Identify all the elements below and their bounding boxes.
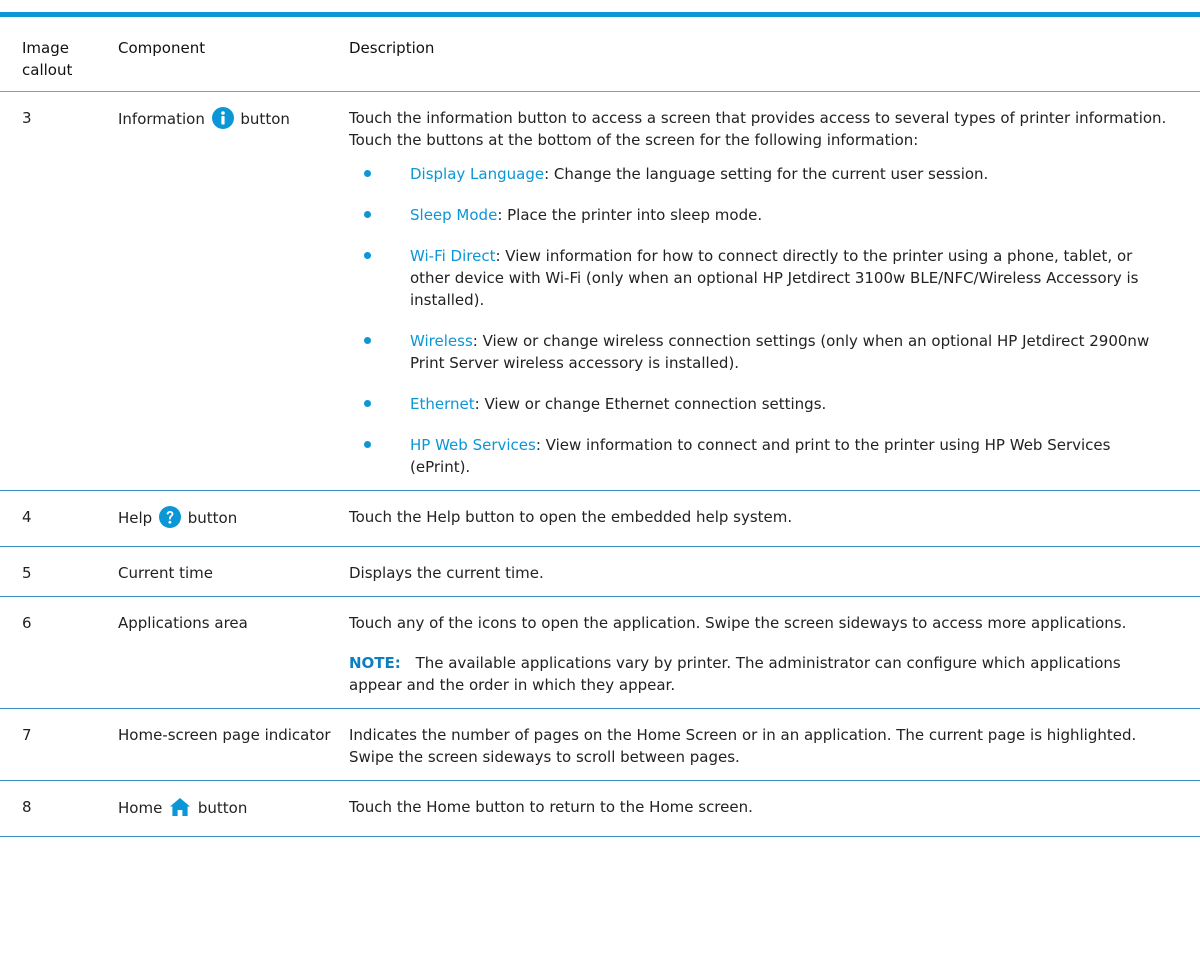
table-row: 3 Information button Touch the informati…: [0, 91, 1200, 491]
description-intro: Touch the information button to access a…: [349, 109, 1167, 149]
description-cell: Touch the information button to access a…: [339, 91, 1200, 491]
description-text: Touch any of the icons to open the appli…: [349, 614, 1127, 632]
list-item-text: : Change the language setting for the cu…: [544, 165, 989, 183]
list-item: Wireless: View or change wireless connec…: [349, 330, 1172, 374]
callout-number: 4: [0, 490, 106, 547]
component-cell: Home-screen page indicator: [106, 708, 339, 781]
table-row: 7 Home-screen page indicator Indicates t…: [0, 708, 1200, 781]
description-cell: Touch the Home button to return to the H…: [339, 780, 1200, 837]
table-row: 8 Home button Touch the Home button to r…: [0, 780, 1200, 837]
wireless-link[interactable]: Wireless: [410, 332, 473, 350]
bullet-dot: [364, 337, 371, 344]
list-item: Wi-Fi Direct: View information for how t…: [349, 245, 1172, 311]
display-language-link[interactable]: Display Language: [410, 165, 544, 183]
table-row: 5 Current time Displays the current time…: [0, 546, 1200, 597]
component-label: Home: [118, 799, 163, 817]
bullet-dot: [364, 170, 371, 177]
component-cell: Current time: [106, 546, 339, 597]
home-icon: [169, 796, 191, 824]
list-item-text: : Place the printer into sleep mode.: [497, 206, 763, 224]
table-header-row: Image callout Component Description: [0, 17, 1200, 92]
description-cell: Displays the current time.: [339, 546, 1200, 597]
component-cell: Home button: [106, 780, 339, 837]
header-component: Component: [106, 17, 339, 92]
information-options-list: Display Language: Change the language se…: [349, 163, 1172, 478]
callout-number: 3: [0, 91, 106, 491]
wifi-direct-link[interactable]: Wi-Fi Direct: [410, 247, 495, 265]
header-image-callout: Image callout: [0, 17, 106, 92]
hp-web-services-link[interactable]: HP Web Services: [410, 436, 536, 454]
list-item: Ethernet: View or change Ethernet connec…: [349, 393, 1172, 415]
table-row: 4 Help button Touch the Help button to o…: [0, 490, 1200, 547]
note-label: NOTE:: [349, 654, 401, 672]
list-item: Sleep Mode: Place the printer into sleep…: [349, 204, 1172, 226]
list-item: Display Language: Change the language se…: [349, 163, 1172, 185]
bullet-dot: [364, 211, 371, 218]
ethernet-link[interactable]: Ethernet: [410, 395, 475, 413]
component-label-suffix: button: [240, 110, 290, 128]
sleep-mode-link[interactable]: Sleep Mode: [410, 206, 497, 224]
bullet-dot: [364, 441, 371, 448]
table-row: 6 Applications area Touch any of the ico…: [0, 596, 1200, 709]
list-item-text: : View or change Ethernet connection set…: [474, 395, 827, 413]
component-label: Help: [118, 509, 153, 527]
bullet-dot: [364, 252, 371, 259]
bullet-dot: [364, 400, 371, 407]
callout-number: 8: [0, 780, 106, 837]
description-cell: Indicates the number of pages on the Hom…: [339, 708, 1200, 781]
description-cell: Touch the Help button to open the embedd…: [339, 490, 1200, 547]
description-cell: Touch any of the icons to open the appli…: [339, 596, 1200, 709]
component-cell: Information button: [106, 91, 339, 491]
list-item-text: : View or change wireless connection set…: [410, 332, 1150, 372]
component-label-suffix: button: [197, 799, 248, 817]
list-item: HP Web Services: View information to con…: [349, 434, 1172, 478]
component-label: Information: [118, 110, 205, 128]
note: NOTE: The available applications vary by…: [349, 652, 1172, 696]
component-cell: Applications area: [106, 596, 339, 709]
help-icon: [158, 506, 181, 534]
component-cell: Help button: [106, 490, 339, 547]
header-description: Description: [339, 17, 1200, 92]
callout-number: 7: [0, 708, 106, 781]
callout-number: 5: [0, 546, 106, 597]
note-text: The available applications vary by print…: [349, 654, 1121, 694]
information-icon: [211, 107, 234, 135]
component-label-suffix: button: [187, 509, 238, 527]
callout-number: 6: [0, 596, 106, 709]
control-panel-table: Image callout Component Description 3 In…: [0, 17, 1200, 837]
list-item-text: : View information for how to connect di…: [410, 247, 1139, 309]
